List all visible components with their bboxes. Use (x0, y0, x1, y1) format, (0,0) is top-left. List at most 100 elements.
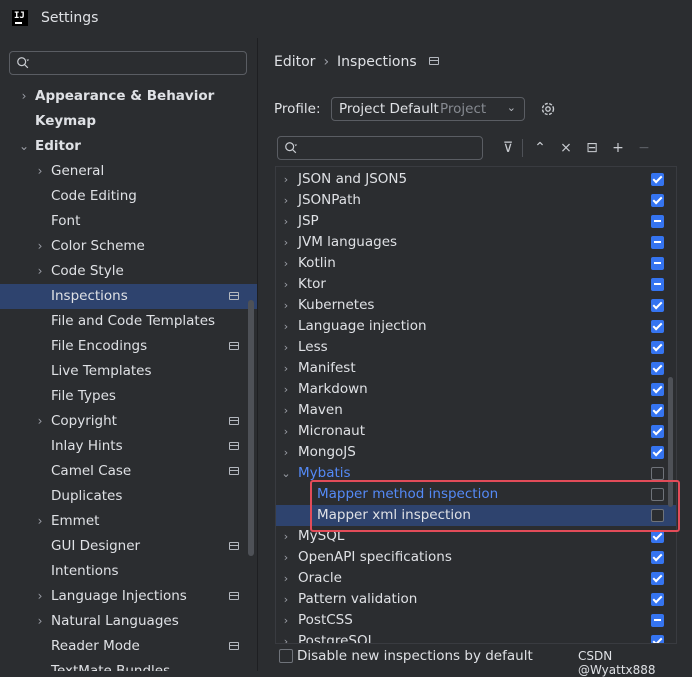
sidebar-item-code-editing[interactable]: Code Editing (0, 184, 257, 209)
inspection-checkbox[interactable] (651, 299, 664, 312)
chevron-right-icon[interactable]: › (280, 232, 292, 253)
inspection-checkbox[interactable] (651, 593, 664, 606)
inspection-row-jvm-languages[interactable]: › JVM languages (276, 232, 676, 253)
inspection-checkbox[interactable] (651, 236, 664, 249)
chevron-right-icon[interactable]: › (280, 610, 292, 631)
expand-all-icon[interactable]: ⌃ (530, 138, 550, 158)
chevron-right-icon[interactable]: › (280, 358, 292, 379)
chevron-right-icon[interactable]: › (280, 442, 292, 463)
sidebar-item-file-encodings[interactable]: File Encodings (0, 334, 257, 359)
breadcrumb-parent[interactable]: Editor (274, 54, 315, 70)
chevron-right-icon[interactable]: › (18, 84, 30, 109)
chevron-down-icon[interactable]: ⌄ (280, 463, 292, 484)
chevron-right-icon[interactable]: › (34, 609, 46, 634)
sidebar-scrollbar[interactable] (248, 300, 254, 556)
sidebar-item-live-templates[interactable]: Live Templates (0, 359, 257, 384)
inspection-row-mongojs[interactable]: › MongoJS (276, 442, 676, 463)
chevron-right-icon[interactable]: › (280, 589, 292, 610)
sidebar-item-font[interactable]: Font (0, 209, 257, 234)
chevron-right-icon[interactable]: › (280, 337, 292, 358)
sidebar-item-reader-mode[interactable]: Reader Mode (0, 634, 257, 659)
inspection-checkbox[interactable] (651, 425, 664, 438)
inspection-checkbox[interactable] (651, 551, 664, 564)
inspection-checkbox[interactable] (651, 257, 664, 270)
inspection-checkbox[interactable] (651, 446, 664, 459)
sidebar-item-editor[interactable]: ⌄ Editor (0, 134, 257, 159)
inspection-checkbox[interactable] (651, 278, 664, 291)
sidebar-item-camel-case[interactable]: Camel Case (0, 459, 257, 484)
inspection-row-jsp[interactable]: › JSP (276, 211, 676, 232)
inspection-row-pattern-validation[interactable]: › Pattern validation (276, 589, 676, 610)
inspection-checkbox[interactable] (651, 614, 664, 627)
chevron-right-icon[interactable]: › (280, 190, 292, 211)
chevron-down-icon[interactable]: ⌄ (18, 134, 30, 159)
sidebar-item-gui-designer[interactable]: GUI Designer (0, 534, 257, 559)
inspection-row-jsonpath[interactable]: › JSONPath (276, 190, 676, 211)
inspection-row-kotlin[interactable]: › Kotlin (276, 253, 676, 274)
sidebar-item-language-injections[interactable]: › Language Injections (0, 584, 257, 609)
inspection-row-oracle[interactable]: › Oracle (276, 568, 676, 589)
chevron-right-icon[interactable]: › (280, 274, 292, 295)
inspection-checkbox[interactable] (651, 173, 664, 186)
chevron-right-icon[interactable]: › (34, 159, 46, 184)
inspection-row-postgresql[interactable]: › PostgreSQL (276, 631, 676, 643)
inspection-row-openapi-specifications[interactable]: › OpenAPI specifications (276, 547, 676, 568)
settings-search-input[interactable] (9, 51, 247, 75)
chevron-right-icon[interactable]: › (34, 509, 46, 534)
sidebar-item-duplicates[interactable]: Duplicates (0, 484, 257, 509)
inspection-row-ktor[interactable]: › Ktor (276, 274, 676, 295)
profile-select[interactable]: Project Default Project ⌄ (331, 97, 525, 121)
inspection-checkbox[interactable] (651, 635, 664, 643)
chevron-right-icon[interactable]: › (280, 631, 292, 643)
chevron-right-icon[interactable]: › (280, 421, 292, 442)
chevron-right-icon[interactable]: › (280, 568, 292, 589)
sidebar-item-emmet[interactable]: › Emmet (0, 509, 257, 534)
collapse-all-icon[interactable]: ⨯ (556, 138, 576, 158)
chevron-right-icon[interactable]: › (280, 295, 292, 316)
inspection-row-markdown[interactable]: › Markdown (276, 379, 676, 400)
sidebar-item-color-scheme[interactable]: › Color Scheme (0, 234, 257, 259)
gear-icon[interactable] (539, 100, 557, 118)
inspections-search-input[interactable] (277, 136, 483, 160)
chevron-right-icon[interactable]: › (280, 316, 292, 337)
chevron-right-icon[interactable]: › (280, 169, 292, 190)
chevron-right-icon[interactable]: › (34, 584, 46, 609)
sidebar-item-textmate-bundles[interactable]: TextMate Bundles (0, 659, 257, 671)
inspection-row-manifest[interactable]: › Manifest (276, 358, 676, 379)
filter-icon[interactable]: ⊽ (498, 138, 518, 158)
chevron-right-icon[interactable]: › (280, 379, 292, 400)
sidebar-item-file-and-code-templates[interactable]: File and Code Templates (0, 309, 257, 334)
inspection-checkbox[interactable] (651, 320, 664, 333)
chevron-right-icon[interactable]: › (34, 409, 46, 434)
sidebar-item-appearance-behavior[interactable]: › Appearance & Behavior (0, 84, 257, 109)
inspection-checkbox[interactable] (651, 194, 664, 207)
sidebar-item-inspections[interactable]: Inspections (0, 284, 257, 309)
inspection-row-micronaut[interactable]: › Micronaut (276, 421, 676, 442)
sidebar-item-file-types[interactable]: File Types (0, 384, 257, 409)
chevron-right-icon[interactable]: › (280, 526, 292, 547)
remove-icon[interactable]: − (634, 138, 654, 158)
inspection-checkbox[interactable] (651, 572, 664, 585)
disable-new-inspections-label[interactable]: Disable new inspections by default (297, 648, 533, 664)
sidebar-item-intentions[interactable]: Intentions (0, 559, 257, 584)
sidebar-item-copyright[interactable]: › Copyright (0, 409, 257, 434)
disable-new-inspections-checkbox[interactable] (279, 649, 293, 663)
add-icon[interactable]: + (608, 138, 628, 158)
chevron-right-icon[interactable]: › (34, 234, 46, 259)
inspection-checkbox[interactable] (651, 467, 664, 480)
inspection-checkbox[interactable] (651, 341, 664, 354)
chevron-right-icon[interactable]: › (280, 253, 292, 274)
reset-icon[interactable]: ⊟ (582, 138, 602, 158)
sidebar-item-general[interactable]: › General (0, 159, 257, 184)
chevron-right-icon[interactable]: › (280, 400, 292, 421)
inspection-row-json-and-json5[interactable]: › JSON and JSON5 (276, 169, 676, 190)
chevron-right-icon[interactable]: › (280, 211, 292, 232)
inspection-row-language-injection[interactable]: › Language injection (276, 316, 676, 337)
inspection-checkbox[interactable] (651, 362, 664, 375)
sidebar-item-keymap[interactable]: Keymap (0, 109, 257, 134)
inspection-row-kubernetes[interactable]: › Kubernetes (276, 295, 676, 316)
inspection-checkbox[interactable] (651, 404, 664, 417)
chevron-right-icon[interactable]: › (34, 259, 46, 284)
inspection-row-maven[interactable]: › Maven (276, 400, 676, 421)
sidebar-item-natural-languages[interactable]: › Natural Languages (0, 609, 257, 634)
